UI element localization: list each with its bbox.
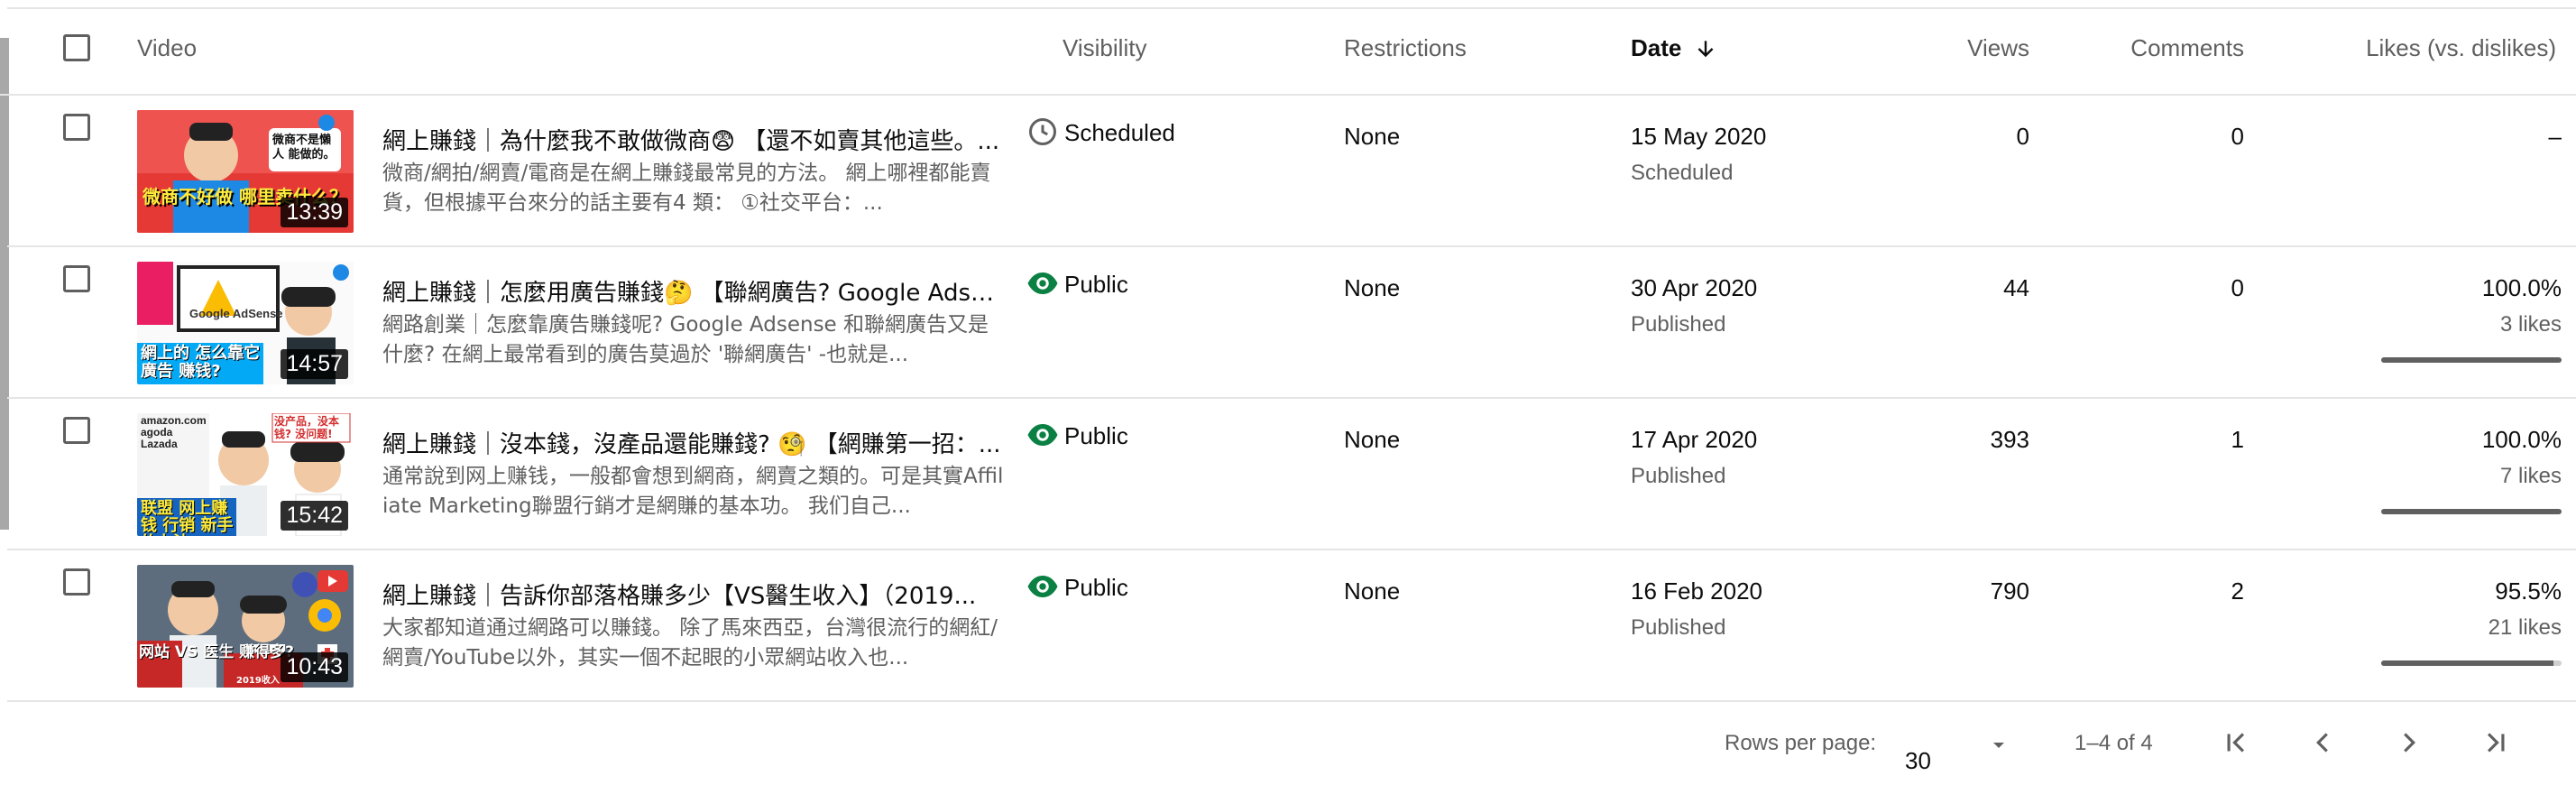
next-page-icon[interactable] [2392,725,2426,760]
table-row[interactable]: 微商不好做 哪里卖什么？ 微商不是懶人 能做的。 13:39 網上賺錢｜為什麼我… [7,96,2576,247]
visibility-label: Scheduled [1064,119,1175,146]
arrow-down-icon [1697,41,1714,58]
header-comments[interactable]: Comments [2130,34,2244,62]
views-value: 393 [1990,426,2029,453]
thumbnail-bubble-text: 2019收入 [236,676,280,686]
video-duration: 10:43 [281,652,348,682]
first-page-icon[interactable] [2219,725,2253,760]
thumbnail-caption: 联盟 网上赚钱 行销 新手的办法 [141,499,234,536]
likes-count: 3 likes [2499,312,2562,337]
clock-icon [1029,118,1056,145]
comments-value[interactable]: 2 [2231,577,2244,605]
likes-value: 100.0% [2481,274,2562,301]
date-value: 30 Apr 2020 [1631,274,1758,301]
header-visibility[interactable]: Visibility [1063,34,1146,62]
video-thumbnail[interactable]: 网站 VS 医生 赚得多? 2019收入 10:43 [137,565,354,688]
date-status: Published [1631,464,1726,488]
video-title[interactable]: 網上賺錢｜怎麼用廣告賺錢🤔 【聯網廣告? Google Adse... [382,274,1005,308]
video-duration: 13:39 [281,198,348,227]
restrictions-value: None [1344,123,1401,150]
rows-per-page-label: Rows per page: [1725,731,1877,755]
eye-icon [1027,576,1058,597]
visibility-label: Public [1064,271,1128,298]
header-date-label: Date [1631,34,1682,61]
video-description: 微商/網拍/網賣/電商是在網上賺錢最常見的方法。 網上哪裡都能賣貨，但根據平台來… [382,162,991,215]
select-all-checkbox[interactable] [63,34,90,61]
likes-value: – [2548,123,2562,150]
date-value: 17 Apr 2020 [1631,426,1758,453]
like-ratio-fill [2381,509,2562,514]
like-ratio-fill [2381,660,2553,666]
header-video: Video [137,34,198,61]
video-thumbnail[interactable]: amazon.com agoda Lazada 没产品，没本钱? 没问题! 联盟 网… [137,413,354,536]
pagination-footer: Rows per page: 30 1–4 of 4 [0,700,2576,785]
like-ratio-bar [2381,357,2562,363]
visibility-label: Public [1064,574,1128,601]
last-page-icon[interactable] [2479,725,2513,760]
table-row[interactable]: Google AdSense 網上的 怎么靠它 廣告 赚钱? 14:57 網上賺… [7,247,2576,399]
header-date[interactable]: Date [1631,34,1717,62]
row-checkbox[interactable] [63,568,90,596]
row-checkbox[interactable] [63,265,90,292]
comments-value[interactable]: 0 [2231,274,2244,302]
video-title[interactable]: 網上賺錢｜為什麼我不敢做微商😨 【還不如賣其他這些。... [382,123,1005,156]
video-title[interactable]: 網上賺錢｜沒本錢，沒產品還能賺錢? 🧐 【網賺第一招：... [382,426,1005,459]
page-range: 1–4 of 4 [2075,731,2153,755]
video-duration: 14:57 [281,349,348,379]
restrictions-value: None [1344,274,1401,301]
like-ratio-bar [2381,660,2562,666]
header-restrictions[interactable]: Restrictions [1344,34,1467,62]
views-value: 790 [1990,577,2029,605]
video-description: 大家都知道通过網路可以賺錢。 除了馬來西亞，台灣很流行的網紅/網賣/YouTub… [382,616,998,670]
visibility-status[interactable]: Public [1027,271,1128,299]
restrictions-value: None [1344,426,1401,453]
visibility-status[interactable]: Public [1027,574,1128,602]
comments-value[interactable]: 1 [2231,426,2244,454]
visibility-status[interactable]: Scheduled [1029,118,1175,147]
video-description: 通常說到网上赚钱，一般都會想到網商，網賣之類的。可是其實Affiliate Ma… [382,465,1004,518]
eye-icon [1027,424,1058,446]
thumbnail-bubble-text: 微商不是懶人 能做的。 [272,134,336,162]
previous-page-icon[interactable] [2305,725,2340,760]
header-views[interactable]: Views [1967,34,2029,62]
row-checkbox[interactable] [63,114,90,141]
visibility-label: Public [1064,422,1128,449]
likes-value: 95.5% [2495,577,2562,605]
date-value: 15 May 2020 [1631,123,1767,150]
rows-per-page-value: 30 [1905,747,1931,774]
video-title[interactable]: 網上賺錢｜告訴你部落格賺多少【VS醫生收入】（2019... [382,577,1005,611]
restrictions-value: None [1344,577,1401,605]
likes-count: 7 likes [2499,464,2562,488]
likes-count: 21 likes [2488,615,2562,640]
video-thumbnail[interactable]: Google AdSense 網上的 怎么靠它 廣告 赚钱? 14:57 [137,262,354,384]
date-status: Scheduled [1631,161,1734,185]
like-ratio-fill [2381,357,2562,363]
comments-value[interactable]: 0 [2231,123,2244,151]
thumbnail-caption: 網上的 怎么靠它 廣告 赚钱? [141,344,261,381]
like-ratio-bar [2381,509,2562,514]
eye-icon [1027,272,1058,294]
date-value: 16 Feb 2020 [1631,577,1763,605]
rows-per-page-select[interactable]: 30 [1898,718,2024,774]
video-duration: 15:42 [281,501,348,531]
table-row[interactable]: 网站 VS 医生 赚得多? 2019收入 10:43 網上賺錢｜告訴你部落格賺多… [7,550,2576,702]
thumbnail-bubble-text: 没产品，没本钱? 没问题! [274,415,340,440]
video-thumbnail[interactable]: 微商不好做 哪里卖什么？ 微商不是懶人 能做的。 13:39 [137,110,354,233]
caret-down-icon [1993,743,2004,748]
views-value: 44 [2003,274,2029,301]
views-value: 0 [2016,123,2029,150]
visibility-status[interactable]: Public [1027,422,1128,450]
thumbnail-brands: amazon.com agoda Lazada [141,414,207,450]
date-status: Published [1631,312,1726,337]
table-header: Video Visibility Restrictions Date Views… [0,9,2576,96]
header-likes[interactable]: Likes (vs. dislikes) [2366,34,2556,62]
row-checkbox[interactable] [63,417,90,444]
video-description: 網路創業｜怎麼靠廣告賺錢呢? Google Adsense 和聯網廣告又是什麼?… [382,313,989,366]
table-row[interactable]: amazon.com agoda Lazada 没产品，没本钱? 没问题! 联盟 网… [7,399,2576,550]
date-status: Published [1631,615,1726,640]
thumbnail-bubble-text: Google AdSense [189,307,283,320]
likes-value: 100.0% [2481,426,2562,453]
